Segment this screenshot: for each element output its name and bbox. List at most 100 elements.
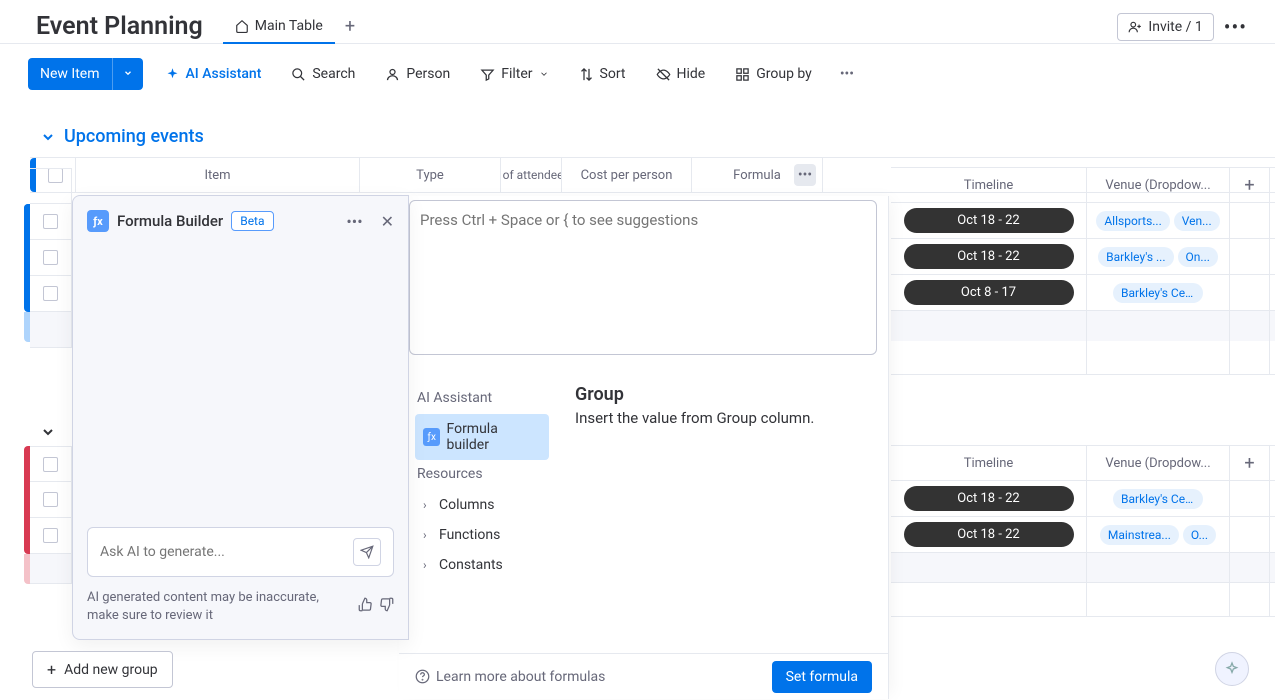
table-row[interactable]: Oct 18 - 22 Barkley's ...On... <box>891 239 1275 275</box>
column-header-timeline[interactable]: Timeline <box>891 168 1087 202</box>
table-row[interactable]: Oct 18 - 22 Mainstrea...O... <box>891 517 1275 553</box>
formula-builder-title: Formula Builder <box>117 212 223 230</box>
ai-disclaimer: AI generated content may be inaccurate, … <box>87 589 352 625</box>
formula-icon: ƒx <box>423 428 440 446</box>
fe-item-formula-builder[interactable]: ƒx Formula builder <box>415 414 549 460</box>
person-icon <box>385 67 400 82</box>
new-item-label: New Item <box>28 58 112 90</box>
fe-section-ai: AI Assistant <box>417 390 549 406</box>
timeline-pill[interactable]: Oct 8 - 17 <box>904 280 1074 305</box>
fe-item-label: Functions <box>439 527 500 543</box>
fe-item-label: Formula builder <box>446 421 541 453</box>
hide-label: Hide <box>677 66 706 82</box>
thumbs-down-icon <box>379 597 394 612</box>
group-bar <box>24 446 30 554</box>
search-button[interactable]: Search <box>283 60 363 88</box>
new-item-dropdown[interactable] <box>112 58 143 90</box>
ai-assistant-button[interactable]: AI Assistant <box>157 60 270 88</box>
venue-tag[interactable]: Barkley's ... <box>1098 247 1173 267</box>
home-icon <box>235 19 249 33</box>
thumbs-down-button[interactable] <box>379 597 394 616</box>
row-checkbox[interactable] <box>30 204 72 240</box>
ai-assistant-label: AI Assistant <box>186 66 262 82</box>
row-checkbox[interactable] <box>43 528 58 543</box>
column-header-type[interactable]: Type <box>360 158 501 192</box>
add-tab-button[interactable]: + <box>335 8 365 45</box>
thumbs-up-button[interactable] <box>358 597 373 616</box>
formula-icon: ƒx <box>87 210 109 232</box>
sort-label: Sort <box>600 66 626 82</box>
tab-main-table[interactable]: Main Table <box>223 10 335 44</box>
column-header-timeline[interactable]: Timeline <box>891 446 1087 480</box>
ai-generate-input[interactable] <box>100 544 353 560</box>
table-row[interactable]: Oct 8 - 17 Barkley's Center <box>891 275 1275 311</box>
chevron-down-icon <box>539 69 549 79</box>
row-checkbox[interactable] <box>30 240 72 276</box>
formula-editor-input[interactable] <box>409 200 877 355</box>
filter-icon <box>480 67 495 82</box>
eye-off-icon <box>656 67 671 82</box>
sort-button[interactable]: Sort <box>571 60 634 88</box>
timeline-pill[interactable]: Oct 18 - 22 <box>904 244 1074 269</box>
group-collapse-icon[interactable] <box>40 424 56 440</box>
venue-tag[interactable]: On... <box>1178 247 1218 267</box>
timeline-pill[interactable]: Oct 18 - 22 <box>904 208 1074 233</box>
invite-button[interactable]: Invite / 1 <box>1117 13 1213 41</box>
group-collapse-icon[interactable] <box>40 129 56 145</box>
invite-label: Invite / 1 <box>1148 19 1202 35</box>
fe-item-functions[interactable]: ›Functions <box>415 520 549 550</box>
venue-tag[interactable]: Allsports... <box>1096 211 1169 231</box>
fe-section-resources: Resources <box>417 466 549 482</box>
select-all-checkbox[interactable] <box>43 457 58 472</box>
person-add-icon <box>1128 20 1142 34</box>
formula-builder-close[interactable]: ✕ <box>381 212 394 231</box>
fe-detail-title: Group <box>575 384 872 405</box>
hide-button[interactable]: Hide <box>648 60 714 88</box>
floating-ai-button[interactable] <box>1215 652 1249 686</box>
formula-builder-menu[interactable]: ••• <box>346 212 362 231</box>
group-by-button[interactable]: Group by <box>727 60 820 88</box>
set-formula-button[interactable]: Set formula <box>772 661 872 693</box>
group-bar <box>24 204 30 312</box>
formula-column-menu[interactable]: ••• <box>794 164 816 186</box>
add-column-button[interactable]: + <box>1230 168 1270 202</box>
board-title: Event Planning <box>36 12 203 41</box>
timeline-pill[interactable]: Oct 18 - 22 <box>904 522 1074 547</box>
fe-item-label: Constants <box>439 557 503 573</box>
group-bar-faded <box>24 554 30 584</box>
group-title[interactable]: Upcoming events <box>64 126 204 147</box>
row-checkbox[interactable] <box>43 492 58 507</box>
ai-send-button[interactable] <box>353 538 381 566</box>
fe-detail-desc: Insert the value from Group column. <box>575 409 872 427</box>
venue-tag[interactable]: O... <box>1183 525 1216 545</box>
new-item-button[interactable]: New Item <box>28 58 143 90</box>
toolbar-more-menu[interactable]: ••• <box>834 60 860 88</box>
person-button[interactable]: Person <box>377 60 458 88</box>
fe-item-constants[interactable]: ›Constants <box>415 550 549 580</box>
column-header-cost[interactable]: Cost per person <box>562 158 692 192</box>
learn-more-link[interactable]: Learn more about formulas <box>415 669 605 685</box>
column-header-formula[interactable]: Formula ••• <box>692 158 823 192</box>
add-group-button[interactable]: + Add new group <box>32 651 173 688</box>
venue-tag[interactable]: Ven... <box>1174 211 1220 231</box>
board-more-menu[interactable]: ••• <box>1224 15 1247 39</box>
add-column-button[interactable]: + <box>1230 446 1270 480</box>
venue-tag[interactable]: Mainstrea... <box>1100 525 1179 545</box>
column-header-item[interactable]: Item <box>76 158 360 192</box>
table-row[interactable]: Oct 18 - 22 Allsports...Ven... <box>891 203 1275 239</box>
group-bar-faded <box>24 312 30 342</box>
search-icon <box>291 67 306 82</box>
column-header-attendees[interactable]: # of attendees <box>501 158 562 192</box>
row-checkbox[interactable] <box>30 276 72 312</box>
column-header-venue[interactable]: Venue (Dropdow... <box>1087 446 1230 480</box>
filter-button[interactable]: Filter <box>472 60 556 88</box>
timeline-pill[interactable]: Oct 18 - 22 <box>904 486 1074 511</box>
venue-tag[interactable]: Barkley's Center <box>1113 283 1203 303</box>
column-header-venue[interactable]: Venue (Dropdow... <box>1087 168 1230 202</box>
formula-editor-panel: AI Assistant ƒx Formula builder Resource… <box>399 196 889 699</box>
venue-tag[interactable]: Barkley's Center <box>1113 489 1203 509</box>
fe-item-columns[interactable]: ›Columns <box>415 490 549 520</box>
person-label: Person <box>406 66 450 82</box>
table-row[interactable]: Oct 18 - 22 Barkley's Center <box>891 481 1275 517</box>
sort-icon <box>579 67 594 82</box>
